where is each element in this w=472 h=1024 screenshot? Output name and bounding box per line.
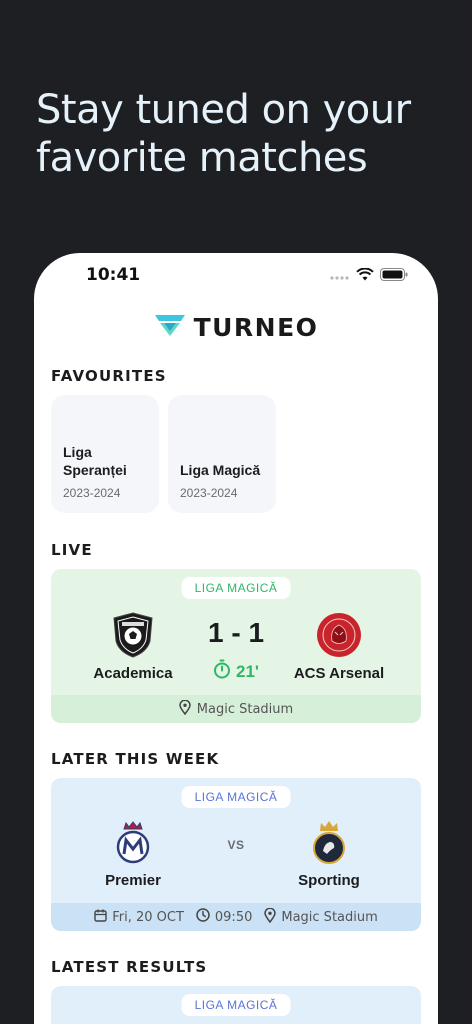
promo-headline: Stay tuned on your favorite matches [36,87,411,181]
later-this-week-title: LATER THIS WEEK [51,750,220,768]
stadium-name: Magic Stadium [281,909,378,925]
upcoming-match-card[interactable]: LIGA MAGICĂ Premier VS Sporting Fri, 20 … [51,778,421,931]
minute-text: 21' [236,661,259,681]
away-team-name: ACS Arsenal [293,665,385,682]
live-match-footer: Magic Stadium [51,695,421,723]
favourites-title: FAVOURITES [51,367,167,385]
phone-screen: 10:41 TURNEO FAVOURITES Liga Speranței 2… [34,253,438,1024]
home-team-name: Academica [93,665,173,682]
location-pin-icon [179,699,191,719]
favourite-name: Liga Magică [180,462,261,478]
premier-crest-icon [63,820,203,866]
status-time: 10:41 [86,265,141,285]
league-badge: LIGA MAGICĂ [181,577,291,599]
away-team-name: Sporting [298,872,360,889]
match-date: Fri, 20 OCT [94,909,184,926]
status-bar: 10:41 [34,253,438,297]
location-pin-icon [264,907,277,927]
favourite-card[interactable]: Liga Magică 2023-2024 [168,395,276,513]
favourite-card[interactable]: Liga Speranței 2023-2024 [51,395,159,513]
live-match-card[interactable]: LIGA MAGICĂ Academica 1 - 1 21' ACS Arse… [51,569,421,723]
latest-results-title: LATEST RESULTS [51,958,208,976]
time-text: 09:50 [214,909,253,925]
favourite-season: 2023-2024 [63,486,121,500]
away-team: ACS Arsenal [269,611,409,682]
date-text: Fri, 20 OCT [112,909,184,925]
match-venue: Magic Stadium [264,907,378,927]
live-title: LIVE [51,541,93,559]
home-team: Premier [63,820,203,889]
league-badge: LIGA MAGICĂ [181,994,291,1016]
upcoming-match-footer: Fri, 20 OCT 09:50 Magic Stadium [51,903,421,931]
signal-icon [330,268,350,286]
match-time: 09:50 [196,908,252,926]
away-team: Sporting [259,820,399,889]
result-match-card[interactable]: LIGA MAGICĂ [51,986,421,1024]
calendar-icon [94,909,107,926]
favourite-season: 2023-2024 [180,486,238,500]
arsenal-crest-icon [269,611,409,659]
brand-name: TURNEO [193,313,319,342]
academica-crest-icon [63,611,203,659]
app-logo: TURNEO [34,313,438,342]
league-badge: LIGA MAGICĂ [181,786,291,808]
home-team-name: Premier [105,872,161,889]
status-icons [330,267,408,286]
favourite-name: Liga Speranței [63,444,127,478]
stadium-name: Magic Stadium [196,701,294,717]
clock-icon [196,908,210,926]
wifi-icon [356,267,374,286]
home-team: Academica [63,611,203,682]
sporting-crest-icon [259,820,399,866]
stopwatch-icon [213,659,231,684]
turneo-logo-icon [154,313,186,342]
battery-icon [380,268,408,286]
